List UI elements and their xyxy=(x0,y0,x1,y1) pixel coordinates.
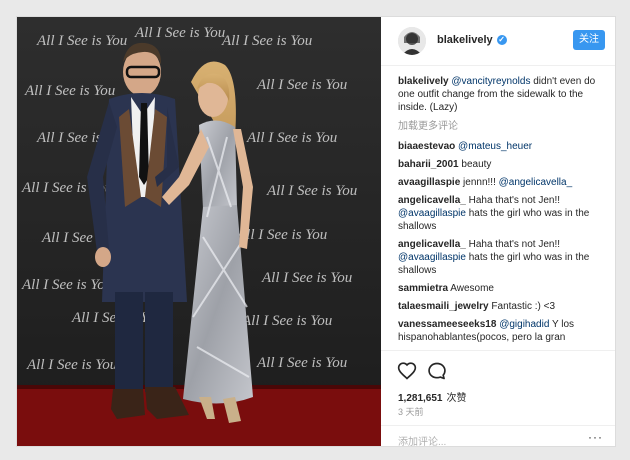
comment-item: talaesmaili_jewelry Fantastic :) <3 xyxy=(398,300,603,313)
verified-badge-icon: ✓ xyxy=(496,35,507,45)
comment-username[interactable]: avaagillaspie xyxy=(398,177,460,188)
post-actions: 1,281,651 次赞 3 天前 添加评论... ··· xyxy=(381,350,615,448)
comment-mention[interactable]: @gigihadid xyxy=(499,319,549,330)
svg-text:All I See is You: All I See is You xyxy=(26,357,117,373)
comment-icon[interactable] xyxy=(427,361,447,381)
svg-text:All I See is You: All I See is You xyxy=(236,227,327,243)
comment-text: Haha that's not Jen!! xyxy=(465,195,561,206)
svg-text:All I See is You: All I See is You xyxy=(24,83,115,99)
comment-username[interactable]: sammietra xyxy=(398,283,448,294)
photo-illustration: All I See is You All I See is You All I … xyxy=(17,17,381,446)
load-more-comments[interactable]: 加载更多评论 xyxy=(398,120,603,133)
caption-username[interactable]: blakelively xyxy=(398,76,449,87)
comment-item: baharii_2001 beauty xyxy=(398,158,603,171)
post-header: blakelively ✓ 关注 xyxy=(381,17,615,66)
likes-number: 1,281,651 xyxy=(398,393,443,404)
svg-text:All I See is You: All I See is You xyxy=(261,270,352,286)
comment-username[interactable]: talaesmaili_jewelry xyxy=(398,301,489,312)
add-comment-bar: 添加评论... ··· xyxy=(381,425,615,448)
comments-list: blakelively @vancityreynolds didn't even… xyxy=(398,75,603,349)
comment-item: sammietra Awesome xyxy=(398,282,603,295)
comment-mention[interactable]: @avaagillaspie xyxy=(398,208,466,219)
caption: blakelively @vancityreynolds didn't even… xyxy=(398,75,603,114)
comment-text: Fantastic :) <3 xyxy=(488,301,556,312)
svg-text:All I See is You: All I See is You xyxy=(241,313,332,329)
comment-username[interactable]: baharii_2001 xyxy=(398,159,459,170)
comment-username[interactable]: vanessameeseeks18 xyxy=(398,319,496,330)
svg-text:All I See is You: All I See is You xyxy=(246,130,337,146)
comment-mention[interactable]: @angelicavella_ xyxy=(499,177,573,188)
avatar-image xyxy=(398,27,426,55)
follow-button[interactable]: 关注 xyxy=(573,30,605,50)
svg-text:All I See is You: All I See is You xyxy=(21,277,112,293)
comment-item: angelicavella_ Haha that's not Jen!! @av… xyxy=(398,238,603,277)
comment-username[interactable]: angelicavella_ xyxy=(398,239,466,250)
likes-label: 次赞 xyxy=(446,393,467,404)
svg-text:All I See is You: All I See is You xyxy=(134,25,225,41)
comment-item: avaagillaspie jennn!!! @angelicavella_ xyxy=(398,176,603,189)
more-options-icon[interactable]: ··· xyxy=(588,430,603,444)
comment-item: biaaestevao @mateus_heuer xyxy=(398,140,603,153)
avatar[interactable] xyxy=(398,27,426,55)
add-comment-input[interactable]: 添加评论... xyxy=(398,433,446,448)
post-timestamp[interactable]: 3 天前 xyxy=(398,405,424,418)
caption-mention[interactable]: @vancityreynolds xyxy=(451,76,530,87)
svg-text:All I See is You: All I See is You xyxy=(266,183,357,199)
svg-text:All I See is You: All I See is You xyxy=(256,355,347,371)
comment-item: vanessameeseeks18 @gigihadid Y los hispa… xyxy=(398,318,603,344)
svg-text:All I See is You: All I See is You xyxy=(256,77,347,93)
svg-text:All I See is You: All I See is You xyxy=(36,33,127,49)
post-sidebar: blakelively ✓ 关注 blakelively @vancityrey… xyxy=(381,17,615,448)
post-photo[interactable]: All I See is You All I See is You All I … xyxy=(17,17,381,446)
comment-text: beauty xyxy=(458,159,492,170)
comment-username[interactable]: biaaestevao xyxy=(398,141,455,152)
comment-text: Haha that's not Jen!! xyxy=(465,239,561,250)
header-username[interactable]: blakelively xyxy=(437,34,493,46)
comment-item: angelicavella_ Haha that's not Jen!! @av… xyxy=(398,194,603,233)
heart-icon[interactable] xyxy=(397,361,417,381)
post-window: All I See is You All I See is You All I … xyxy=(16,16,616,448)
comment-username[interactable]: angelicavella_ xyxy=(398,195,466,206)
comment-text: jennn!!! xyxy=(460,177,499,188)
comment-mention[interactable]: @mateus_heuer xyxy=(458,141,532,152)
comment-text: Awesome xyxy=(448,283,494,294)
header-username-row: blakelively ✓ xyxy=(437,34,507,46)
comment-mention[interactable]: @avaagillaspie xyxy=(398,252,466,263)
svg-text:All I See is You: All I See is You xyxy=(221,33,312,49)
likes-count[interactable]: 1,281,651 次赞 xyxy=(398,389,467,404)
